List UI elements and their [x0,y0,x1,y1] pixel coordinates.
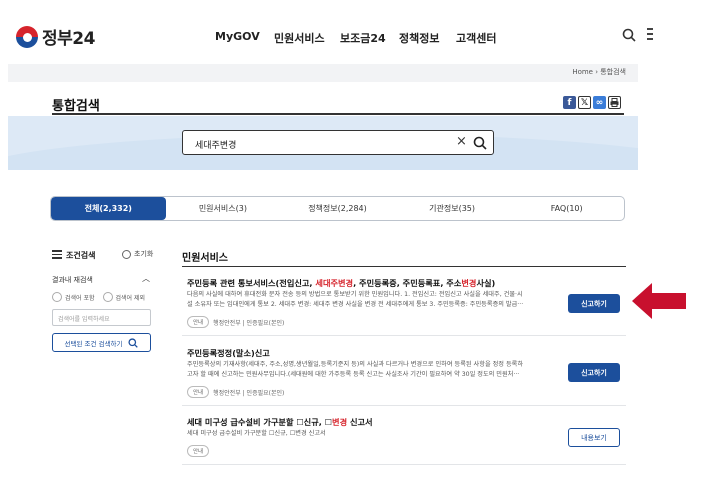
section-divider [182,266,626,267]
result-item: 세대 미구성 급수설비 가구분할 ☐신규, ☐변경 신고서 세대 미구성 급수설… [182,416,626,466]
nav-policy-info[interactable]: 정책정보 [399,30,439,46]
nav-civil-service[interactable]: 민원서비스 [274,30,325,46]
radio-include[interactable]: 검색어 포함 [52,292,95,302]
result-meta: 안내 행정안전부 | 인증필요(본인) [187,386,284,398]
tab-agency[interactable]: 기관정보(35) [395,197,510,220]
within-search-options: 검색어 포함 검색어 제외 [52,292,145,302]
clear-icon[interactable]: × [456,134,467,149]
radio-circle-icon [52,292,62,302]
tab-policy[interactable]: 정책정보(2,284) [280,197,395,220]
result-title[interactable]: 주민등록정정(말소)신고 [187,347,270,359]
page-title: 통합검색 [52,99,100,114]
print-icon[interactable] [608,96,621,109]
site-header: 정부24 MyGOV 민원서비스 보조금24 정책정보 고객센터 [0,0,702,66]
info-badge: 안내 [187,386,210,398]
reset-label: 초기화 [134,250,154,258]
result-tabs: 전체(2,332) 민원서비스(3) 정책정보(2,284) 기관정보(35) … [50,196,625,221]
search-value[interactable]: 세대주변경 [195,138,236,151]
search-submit-icon[interactable] [473,136,487,150]
result-meta: 안내 [187,445,210,457]
info-badge: 안내 [187,316,210,328]
search-icon[interactable] [622,28,636,42]
tab-all[interactable]: 전체(2,332) [51,197,166,220]
filter-label: 조건검색 [66,251,96,260]
nav-mygov[interactable]: MyGOV [215,30,260,43]
view-content-button[interactable]: 내용보기 [568,428,620,447]
logo-text: 정부24 [42,29,95,49]
logo[interactable]: 정부24 [16,24,95,49]
apply-filter-label: 선택된 조건 검색하기 [64,339,123,348]
filter-icon [52,250,62,259]
result-description: 주민등록상의 기재사항(세대주, 주소,성명,생년월일,등록기준지 등)의 사실… [187,361,524,378]
apply-filter-button[interactable]: 선택된 조건 검색하기 [52,333,151,352]
radio-exclude-label: 검색어 제외 [115,294,146,302]
result-description: 세대 미구성 급수설비 가구분할 ☐신규, ☐변경 신고서 [187,430,326,437]
result-agency: 행정안전부 | 인증필요(본인) [213,389,285,397]
result-description: 다음의 사실에 대하여 휴대전화 문자 전송 등의 방법으로 통보받기 위한 민… [187,291,524,308]
apply-button[interactable]: 신고하기 [568,294,620,313]
result-meta: 안내 행정안전부 | 인증필요(본인) [187,316,284,328]
section-title: 민원서비스 [182,253,228,264]
reset-button[interactable]: 초기화 [122,249,153,259]
radio-circle-icon [102,292,113,302]
breadcrumb-bar: Home › 통합검색 [8,64,638,82]
result-title[interactable]: 주민등록 관련 통보서비스(전입신고, 세대주변경, 주민등록증, 주민등록표,… [187,277,495,289]
info-badge: 안내 [187,445,210,457]
result-title[interactable]: 세대 미구성 급수설비 가구분할 ☐신규, ☐변경 신고서 [187,416,373,428]
keyword-input[interactable]: 검색어를 입력하세요 [52,309,151,326]
search-input[interactable]: 세대주변경 × [182,130,494,155]
radio-exclude[interactable]: 검색어 제외 [102,292,146,302]
x-icon[interactable]: 𝕏 [578,96,591,109]
nav-customer-center[interactable]: 고객센터 [456,30,496,46]
link-icon[interactable]: ∞ [593,96,606,109]
radio-include-label: 검색어 포함 [65,294,95,302]
result-agency: 행정안전부 | 인증필요(본인) [213,319,285,327]
taegeuk-logo-icon [16,25,38,48]
tab-civil-service[interactable]: 민원서비스(3) [166,197,281,220]
facebook-icon[interactable]: f [563,96,576,109]
result-divider [182,405,626,406]
nav-subsidy24[interactable]: 보조금24 [340,30,386,46]
within-search-label: 결과내 재검색 [52,276,93,284]
chevron-up-icon[interactable]: ︿ [142,273,150,284]
tab-faq[interactable]: FAQ(10) [509,197,624,220]
share-toolbar: f 𝕏 ∞ [563,96,621,109]
left-arrow-icon [632,283,686,319]
search-icon [128,337,139,348]
result-item: 주민등록정정(말소)신고 주민등록상의 기재사항(세대주, 주소,성명,생년월일… [182,347,626,406]
menu-icon[interactable] [647,28,653,42]
breadcrumb[interactable]: Home › 통합검색 [572,67,626,77]
title-divider [52,113,624,115]
reset-icon [122,249,131,259]
result-item: 주민등록 관련 통보서비스(전입신고, 세대주변경, 주민등록증, 주민등록표,… [182,277,626,336]
result-divider [182,335,626,336]
result-divider [182,464,626,465]
apply-button[interactable]: 신고하기 [568,363,620,382]
